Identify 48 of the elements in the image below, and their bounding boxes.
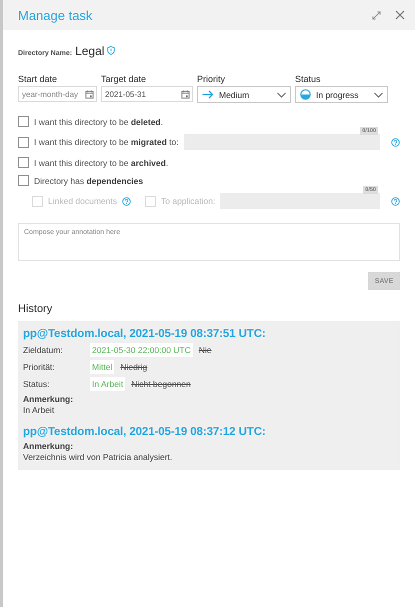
calendar-icon[interactable]: [181, 90, 190, 98]
field-label: Target date: [101, 74, 148, 84]
change-label: Status:: [23, 379, 50, 389]
checkbox[interactable]: [18, 157, 29, 168]
calendar-icon[interactable]: [85, 90, 94, 98]
field-label: Priority: [197, 74, 226, 84]
date-field[interactable]: year-month-day: [18, 86, 97, 102]
history-title: History: [18, 303, 54, 315]
old-value: Niedrig: [120, 362, 148, 372]
directory-name: Legal: [75, 44, 104, 58]
old-value: Nicht begonnen: [131, 379, 191, 389]
checkbox-label[interactable]: I want this directory to be deleted.: [34, 116, 163, 126]
note-text: Verzeichnis wird von Patricia analysiert.: [23, 452, 174, 462]
field-label: Status: [295, 74, 322, 84]
expand-icon[interactable]: [372, 10, 381, 20]
change-label: Priorität:: [23, 362, 56, 372]
window-title: Manage task: [18, 8, 94, 22]
checkbox-label[interactable]: I want this directory to be migrated to:: [34, 137, 179, 147]
note-label: Anmerkung:: [23, 441, 74, 451]
arrow-right-icon: [202, 90, 214, 99]
help-icon[interactable]: [391, 138, 400, 146]
help-icon[interactable]: [391, 196, 400, 206]
checkbox-label[interactable]: I want this directory to be archived.: [34, 158, 168, 168]
note-text: In Arbeit: [23, 405, 56, 415]
change-label: Zieldatum:: [23, 345, 64, 355]
history-header: pp@Testdom.local, 2021-05-19 08:37:12 UTC:: [23, 426, 267, 438]
chevron-down-icon: [374, 92, 383, 98]
checkbox-label[interactable]: Directory has dependencies: [34, 176, 144, 186]
text-field[interactable]: [220, 193, 380, 209]
checkbox[interactable]: [18, 116, 29, 127]
checkbox[interactable]: [18, 175, 29, 186]
note-label: Anmerkung:: [23, 394, 74, 404]
history-header: pp@Testdom.local, 2021-05-19 08:37:51 UTC:: [23, 328, 267, 340]
field-label: Start date: [18, 74, 58, 84]
date-field[interactable]: 2021-05-31: [101, 86, 193, 102]
new-value: In Arbeit: [90, 377, 126, 391]
help-icon[interactable]: [122, 196, 131, 206]
half-circle-icon: [300, 89, 311, 100]
priority-dropdown[interactable]: Medium: [197, 86, 291, 103]
close-icon[interactable]: [395, 10, 405, 20]
shield-icon: [107, 46, 116, 55]
new-value: 2021-05-30 22:00:00 UTC: [90, 343, 193, 357]
checkbox[interactable]: [18, 136, 29, 148]
chevron-down-icon: [277, 92, 286, 98]
status-dropdown[interactable]: In progress: [295, 86, 388, 103]
old-value: Nie: [198, 345, 212, 355]
text-field[interactable]: [184, 134, 380, 150]
new-value: Mittel: [90, 360, 114, 374]
